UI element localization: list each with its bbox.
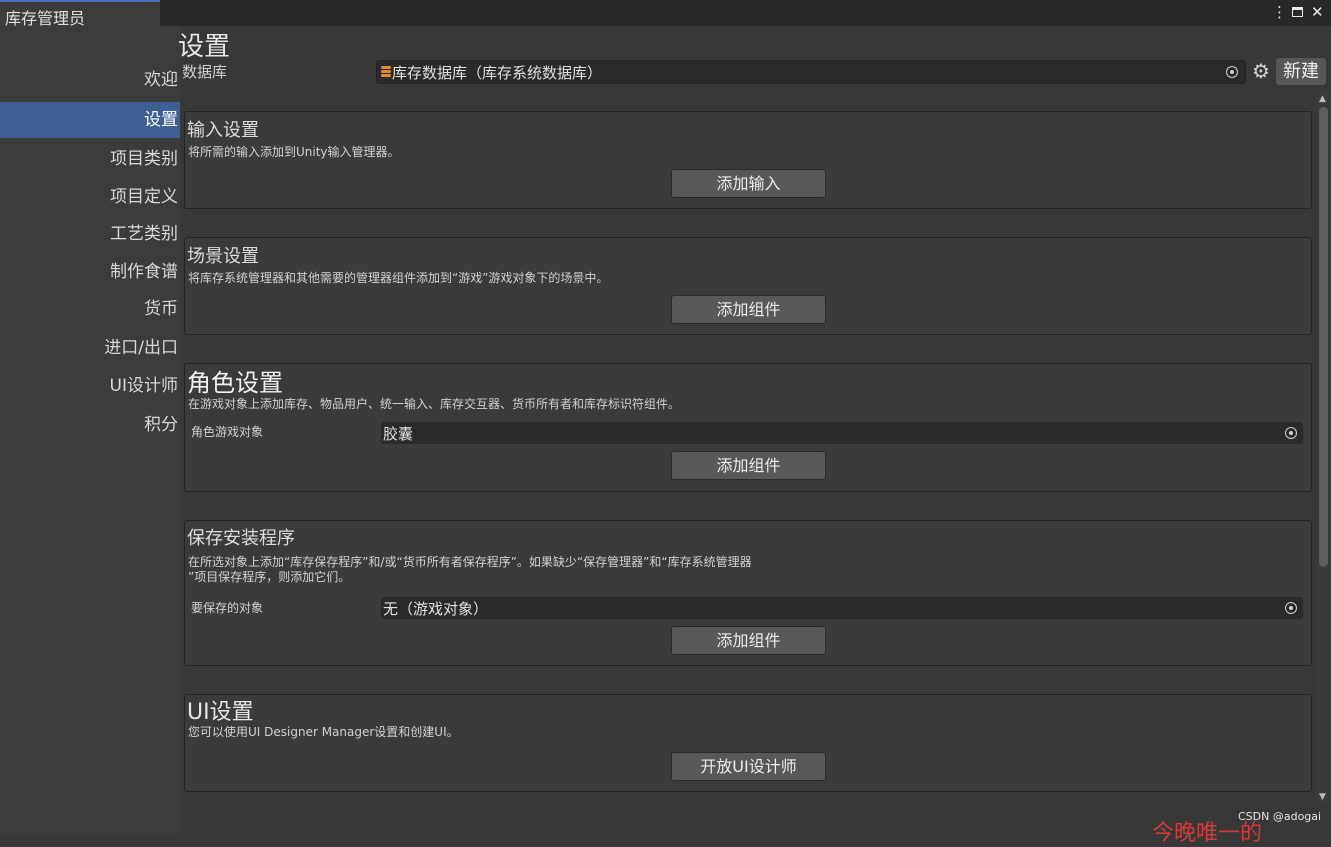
- ui-settings-description: 您可以使用UI Designer Manager设置和创建UI。: [188, 725, 459, 739]
- database-label: 数据库: [182, 63, 228, 81]
- object-picker-icon[interactable]: [1285, 427, 1297, 439]
- input-settings-section: 输入设置 将所需的输入添加到Unity输入管理器。 添加输入: [184, 111, 1312, 209]
- sidebar-item-ui-designer[interactable]: UI设计师: [0, 368, 180, 404]
- database-icon: [381, 66, 391, 79]
- close-icon[interactable]: ✕: [1311, 3, 1324, 21]
- input-settings-description: 将所需的输入添加到Unity输入管理器。: [188, 145, 400, 159]
- character-object-value: 胶囊: [383, 425, 414, 443]
- sidebar: 欢迎 设置 项目类别 项目定义 工艺类别 制作食谱 货币 进口/出口 UI设计师…: [0, 26, 180, 834]
- scrollbar-thumb[interactable]: [1319, 107, 1328, 567]
- character-object-label: 角色游戏对象: [191, 425, 264, 439]
- sidebar-item-item-definitions[interactable]: 项目定义: [0, 179, 180, 215]
- add-save-component-button[interactable]: 添加组件: [671, 626, 826, 655]
- character-object-field[interactable]: 胶囊: [381, 422, 1303, 444]
- ui-settings-section: UI设置 您可以使用UI Designer Manager设置和创建UI。 开放…: [184, 694, 1312, 792]
- scene-settings-description: 将库存系统管理器和其他需要的管理器组件添加到“游戏”游戏对象下的场景中。: [188, 271, 609, 285]
- scroll-down-icon[interactable]: ▼: [1319, 792, 1326, 802]
- sidebar-item-credits[interactable]: 积分: [0, 407, 180, 443]
- vertical-scrollbar[interactable]: ▲ ▼: [1316, 92, 1331, 804]
- scroll-up-icon[interactable]: ▲: [1319, 94, 1326, 104]
- add-scene-component-button[interactable]: 添加组件: [671, 295, 826, 324]
- save-object-value: 无（游戏对象）: [383, 600, 489, 618]
- sidebar-item-recipes[interactable]: 制作食谱: [0, 254, 180, 290]
- character-settings-section: 角色设置 在游戏对象上添加库存、物品用户、统一输入、库存交互器、货币所有者和库存…: [184, 363, 1312, 492]
- new-database-button[interactable]: 新建: [1276, 58, 1326, 85]
- window-tab[interactable]: 库存管理员: [0, 0, 160, 28]
- database-field[interactable]: 库存数据库（库存系统数据库）: [376, 60, 1246, 84]
- database-value: 库存数据库（库存系统数据库）: [392, 64, 603, 82]
- sidebar-item-import-export[interactable]: 进口/出口: [0, 330, 180, 366]
- maximize-icon[interactable]: [1292, 7, 1303, 17]
- scene-settings-section: 场景设置 将库存系统管理器和其他需要的管理器组件添加到“游戏”游戏对象下的场景中…: [184, 237, 1312, 335]
- sidebar-item-currency[interactable]: 货币: [0, 291, 180, 327]
- save-object-field[interactable]: 无（游戏对象）: [381, 597, 1303, 619]
- ui-settings-title: UI设置: [187, 700, 254, 725]
- window-title-bar: 库存管理员 ⋮ ✕: [0, 0, 1331, 28]
- scene-settings-title: 场景设置: [187, 246, 259, 267]
- add-character-component-button[interactable]: 添加组件: [671, 451, 826, 480]
- sidebar-item-crafting-categories[interactable]: 工艺类别: [0, 216, 180, 252]
- character-settings-description: 在游戏对象上添加库存、物品用户、统一输入、库存交互器、货币所有者和库存标识符组件…: [188, 397, 681, 411]
- save-installer-section: 保存安装程序 在所选对象上添加“库存保存程序”和/或“货币所有者保存程序”。如果…: [184, 520, 1312, 666]
- sidebar-item-item-categories[interactable]: 项目类别: [0, 141, 180, 177]
- save-installer-description: 在所选对象上添加“库存保存程序”和/或“货币所有者保存程序”。如果缺少“保存管理…: [188, 555, 752, 584]
- character-settings-title: 角色设置: [187, 369, 283, 397]
- sidebar-item-settings[interactable]: 设置: [0, 102, 180, 138]
- add-input-button[interactable]: 添加输入: [671, 169, 826, 198]
- sidebar-item-welcome[interactable]: 欢迎: [0, 62, 180, 98]
- open-ui-designer-button[interactable]: 开放UI设计师: [671, 752, 826, 781]
- object-picker-icon[interactable]: [1285, 602, 1297, 614]
- more-options-icon[interactable]: ⋮: [1272, 3, 1287, 21]
- input-settings-title: 输入设置: [187, 120, 259, 141]
- page-title: 设置: [178, 32, 231, 62]
- save-object-label: 要保存的对象: [191, 601, 264, 615]
- object-picker-icon[interactable]: [1226, 66, 1238, 78]
- csdn-credit: CSDN @adogai: [1238, 810, 1322, 823]
- save-installer-title: 保存安装程序: [187, 528, 295, 549]
- gear-icon[interactable]: ⚙: [1252, 61, 1270, 81]
